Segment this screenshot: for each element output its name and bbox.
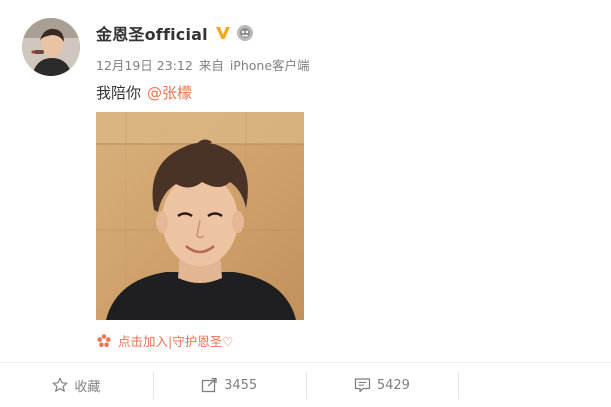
star-icon <box>52 377 68 393</box>
post-actions-bar: 收藏 3455 5429 <box>0 362 611 407</box>
user-name-row: 金恩圣official <box>96 22 254 44</box>
post-image[interactable] <box>96 112 304 320</box>
flower-icon <box>96 333 112 349</box>
repost-icon <box>201 377 218 393</box>
guard-link[interactable]: 点击加入|守护恩圣♡ <box>96 331 233 350</box>
favorite-label: 收藏 <box>74 379 101 395</box>
post-body: 我陪你 <box>96 84 142 102</box>
favorite-button[interactable]: 收藏 <box>0 363 153 407</box>
verified-v-icon <box>215 25 231 41</box>
weibo-post: 金恩圣official 12月19日 23:12 来自 iPhone客户端 我陪… <box>0 0 611 407</box>
post-time[interactable]: 12月19日 23:12 <box>96 55 193 74</box>
comment-icon <box>354 377 371 393</box>
username[interactable]: 金恩圣official <box>96 21 208 45</box>
comment-button[interactable]: 5429 <box>305 363 459 407</box>
guard-link-text: 点击加入|守护恩圣♡ <box>118 334 234 349</box>
like-button[interactable] <box>458 363 611 407</box>
post-meta: 12月19日 23:12 来自 iPhone客户端 <box>96 55 310 74</box>
avatar[interactable] <box>22 18 80 76</box>
repost-button[interactable]: 3455 <box>152 363 306 407</box>
post-source[interactable]: iPhone客户端 <box>230 55 310 74</box>
comment-count: 5429 <box>376 377 410 393</box>
post-text: 我陪你 @张檬 <box>96 82 192 103</box>
member-badge-icon[interactable] <box>236 24 254 42</box>
repost-count: 3455 <box>224 377 258 393</box>
from-label: 来自 <box>198 58 224 73</box>
mention-link[interactable]: @张檬 <box>147 84 192 102</box>
